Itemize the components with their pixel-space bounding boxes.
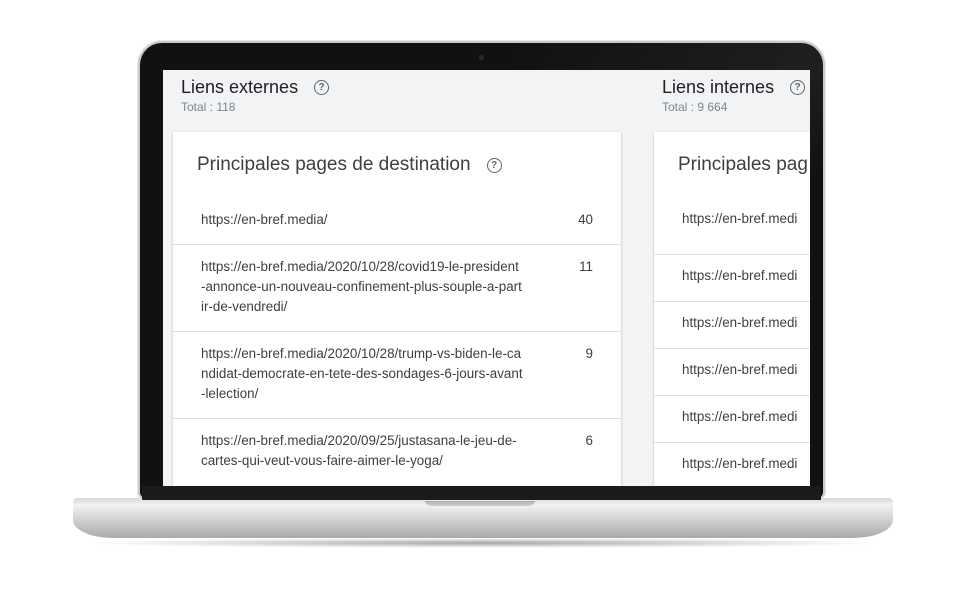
external-top-pages-card: Principales pages de destination ? https…: [173, 132, 621, 486]
list-item[interactable]: https://en-bref.medi: [654, 349, 810, 396]
page-url[interactable]: https://en-bref.media/: [201, 210, 523, 230]
internal-links-title: Liens internes: [662, 77, 775, 97]
link-count: 9: [585, 346, 593, 361]
internal-links-header: Liens internes ? Total : 9 664: [662, 70, 806, 114]
internal-top-pages-card: Principales pag https://en-bref.medi htt…: [654, 132, 810, 486]
link-count: 11: [579, 259, 593, 274]
list-item[interactable]: https://en-bref.medi: [654, 302, 810, 349]
laptop-shadow: [80, 538, 886, 548]
list-item[interactable]: https://en-bref.media/2020/10/28/trump-v…: [173, 332, 621, 419]
external-links-total: Total : 118: [181, 100, 236, 114]
external-links-title: Liens externes: [181, 77, 299, 97]
page-url[interactable]: https://en-bref.media/2020/09/25/justasa…: [201, 431, 523, 471]
list-item[interactable]: https://en-bref.media/ 40: [173, 206, 621, 245]
list-item[interactable]: https://en-bref.medi: [654, 396, 810, 443]
laptop-hinge: [142, 486, 821, 500]
card-title: Principales pag: [678, 154, 808, 175]
page-url[interactable]: https://en-bref.media/2020/10/28/covid19…: [201, 257, 523, 317]
link-count: 40: [578, 212, 593, 227]
internal-pages-list: https://en-bref.medi https://en-bref.med…: [654, 206, 810, 486]
list-item[interactable]: https://en-bref.medi: [654, 206, 810, 255]
external-pages-list: https://en-bref.media/ 40 https://en-bre…: [173, 206, 621, 485]
card-title: Principales pages de destination: [197, 154, 471, 175]
camera-icon: [479, 55, 484, 60]
screen: Liens externes ? Total : 118 Principales…: [163, 70, 810, 486]
internal-links-total: Total : 9 664: [662, 100, 728, 114]
link-count: 6: [585, 433, 593, 448]
list-item[interactable]: https://en-bref.medi: [654, 443, 810, 486]
page-url[interactable]: https://en-bref.media/2020/10/28/trump-v…: [201, 344, 523, 404]
list-item[interactable]: https://en-bref.medi: [654, 255, 810, 302]
help-circle-icon[interactable]: ?: [314, 80, 330, 95]
external-links-header: Liens externes ? Total : 118: [181, 70, 330, 114]
help-circle-icon[interactable]: ?: [486, 157, 502, 173]
list-item[interactable]: https://en-bref.media/2020/10/28/covid19…: [173, 245, 621, 332]
laptop-mockup: Liens externes ? Total : 118 Principales…: [0, 0, 960, 600]
help-circle-icon[interactable]: ?: [790, 80, 806, 95]
list-item[interactable]: https://en-bref.media/2020/09/25/justasa…: [173, 419, 621, 485]
